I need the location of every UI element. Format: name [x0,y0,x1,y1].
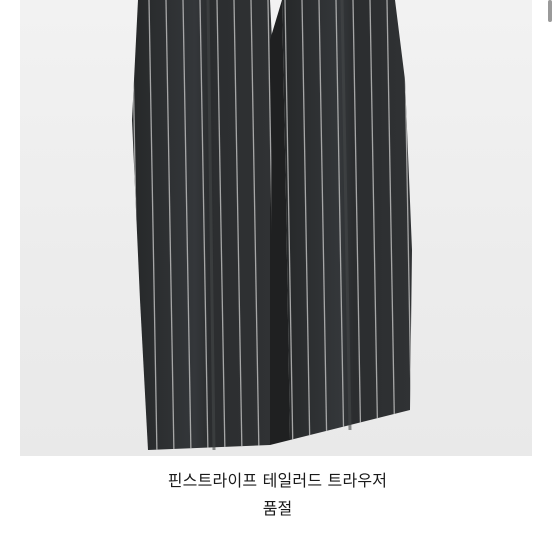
pinstripe [438,0,446,456]
pinstripe [421,0,429,456]
pinstripe [115,0,123,456]
product-image[interactable] [20,0,532,456]
product-caption: 핀스트라이프 테일러드 트라우저 품절 [0,470,555,520]
product-title[interactable]: 핀스트라이프 테일러드 트라우저 [0,470,555,492]
scrollbar[interactable] [548,0,552,22]
sold-out-badge: 품절 [262,499,293,518]
